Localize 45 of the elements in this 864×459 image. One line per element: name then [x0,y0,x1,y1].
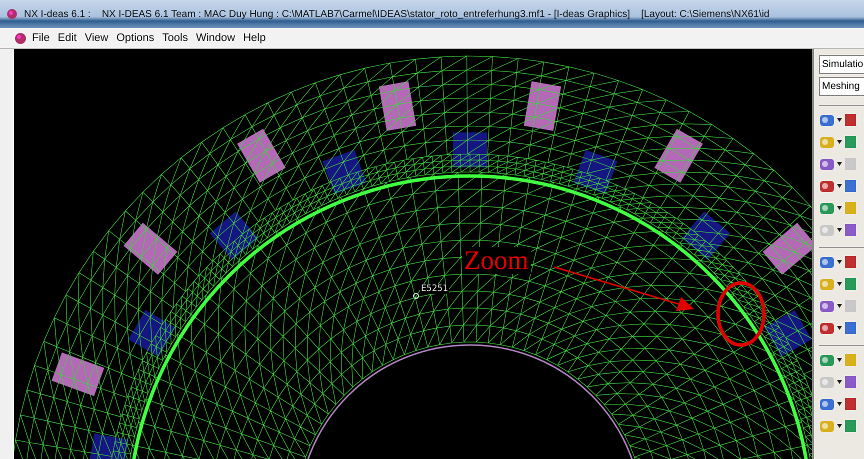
toolbar-icon[interactable] [819,396,835,412]
app-logo-icon[interactable] [14,32,27,44]
dropdown-caret-icon[interactable] [837,358,842,362]
dropdown-caret-icon[interactable] [837,184,842,188]
dropdown-caret-icon[interactable] [837,326,842,330]
dropdown-caret-icon[interactable] [837,380,842,384]
menu-item[interactable]: Tools [159,32,191,44]
dropdown-caret-icon[interactable] [837,206,842,210]
toolbar-icon[interactable] [819,178,835,194]
menu-item[interactable]: Options [113,32,158,44]
task-field[interactable]: Simulatio [819,55,864,74]
toolbar-icon[interactable] [819,298,835,314]
menu-item[interactable]: View [82,32,112,44]
dropdown-caret-icon[interactable] [837,402,842,406]
application-field[interactable]: Meshing [819,77,864,96]
dropdown-caret-icon[interactable] [837,228,842,232]
menu-item[interactable]: Edit [54,32,80,44]
toolbar-icon[interactable] [819,320,835,336]
arrow-icon [554,266,694,311]
toolbar-icon[interactable] [844,178,856,194]
highlight-ellipse [716,281,766,347]
menu-item[interactable]: File [29,32,53,44]
dropdown-caret-icon[interactable] [837,260,842,264]
toolbar-icon[interactable] [844,320,856,336]
dropdown-caret-icon[interactable] [837,162,842,166]
toolbar-icon[interactable] [844,396,856,412]
toolbar-icon[interactable] [844,254,856,270]
toolbar-icon[interactable] [819,254,835,270]
toolbar-icon[interactable] [819,112,835,128]
menu-item[interactable]: Window [192,32,238,44]
toolbar-icon[interactable] [819,156,835,172]
dropdown-caret-icon[interactable] [837,140,842,144]
dropdown-caret-icon[interactable] [837,282,842,286]
window-title: NX I-deas 6.1 : NX I-DEAS 6.1 Team : MAC Duy Hung : C:\MATLAB7\Carmel\IDEAS\stator_roto_entreferhung3.mf1 - [I-deas Graphics] [Layout: C:\Siemens\NX61\id [24,8,770,20]
toolbar-icon[interactable] [844,374,856,390]
element-label: E5251 [420,284,450,294]
dropdown-caret-icon[interactable] [837,424,842,428]
app-logo-icon [6,8,18,20]
menu-item[interactable]: Help [240,32,269,44]
annotation-text: Zoom [462,247,530,274]
toolbar-icon[interactable] [844,112,856,128]
toolbar-icon[interactable] [844,222,856,238]
node-marker-icon [413,293,419,299]
dropdown-caret-icon[interactable] [837,118,842,122]
dropdown-caret-icon[interactable] [837,304,842,308]
